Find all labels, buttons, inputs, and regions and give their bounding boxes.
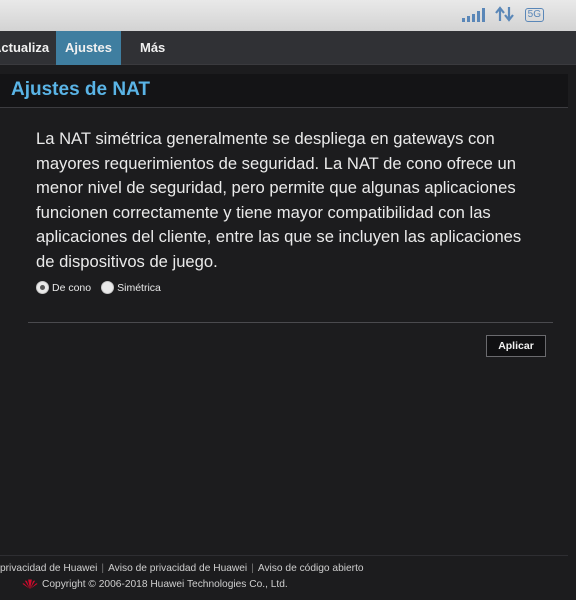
copyright-text: Copyright © 2006-2018 Huawei Technologie… [42, 578, 288, 590]
5g-badge-icon: 5G [524, 8, 544, 22]
footer-link-privacy-notice[interactable]: Aviso de privacidad de Huawei [108, 563, 247, 574]
footer-separator: | [251, 563, 254, 574]
nat-type-radio-group: De cono Simétrica [36, 281, 171, 294]
nav-item-actualizar[interactable]: Actualizar [0, 31, 50, 65]
up-down-arrows-icon [494, 6, 514, 22]
footer-links: privacidad de Huawei | Aviso de privacidad… [0, 563, 364, 574]
description-line: La NAT simétrica generalmente se desplie… [36, 129, 495, 148]
nav-item-mas[interactable]: Más [129, 31, 179, 65]
main-nav: Actualizar Ajustes Más [0, 31, 576, 65]
nat-description: La NAT simétrica generalmente se desplie… [36, 127, 560, 274]
page-title: Ajustes de NAT [11, 79, 151, 100]
radio-symmetric[interactable] [101, 281, 115, 294]
radio-cone-label[interactable]: De cono [52, 282, 91, 294]
nav-item-ajustes[interactable]: Ajustes [56, 31, 121, 65]
footer-separator: | [101, 563, 105, 574]
status-bar: 5G [0, 0, 576, 31]
description-line: funcionen correctamente y tiene mayor co… [36, 202, 491, 222]
radio-cone[interactable] [36, 281, 49, 294]
description-line: menor nivel de seguridad, pero permite q… [36, 178, 516, 197]
footer-link-open-source[interactable]: Aviso de código abierto [258, 563, 364, 574]
apply-button[interactable]: Aplicar [486, 335, 546, 357]
status-icons: 5G [461, 2, 544, 22]
footer-divider [0, 555, 568, 556]
signal-bars-icon [461, 8, 485, 22]
footer-link-huawei-privacy[interactable]: privacidad de Huawei [0, 563, 97, 574]
huawei-logo-icon [22, 579, 38, 589]
divider [28, 322, 553, 323]
radio-symmetric-label[interactable]: Simétrica [117, 282, 161, 294]
description-line: de dispositivos de juego. [36, 251, 218, 271]
description-line: aplicaciones del cliente, entre las que … [36, 227, 522, 246]
description-line: mayores requerimientos de seguridad. La … [36, 153, 516, 173]
copyright-row: Copyright © 2006-2018 Huawei Technologie… [22, 578, 288, 590]
page-header: Ajustes de NAT [0, 74, 568, 108]
